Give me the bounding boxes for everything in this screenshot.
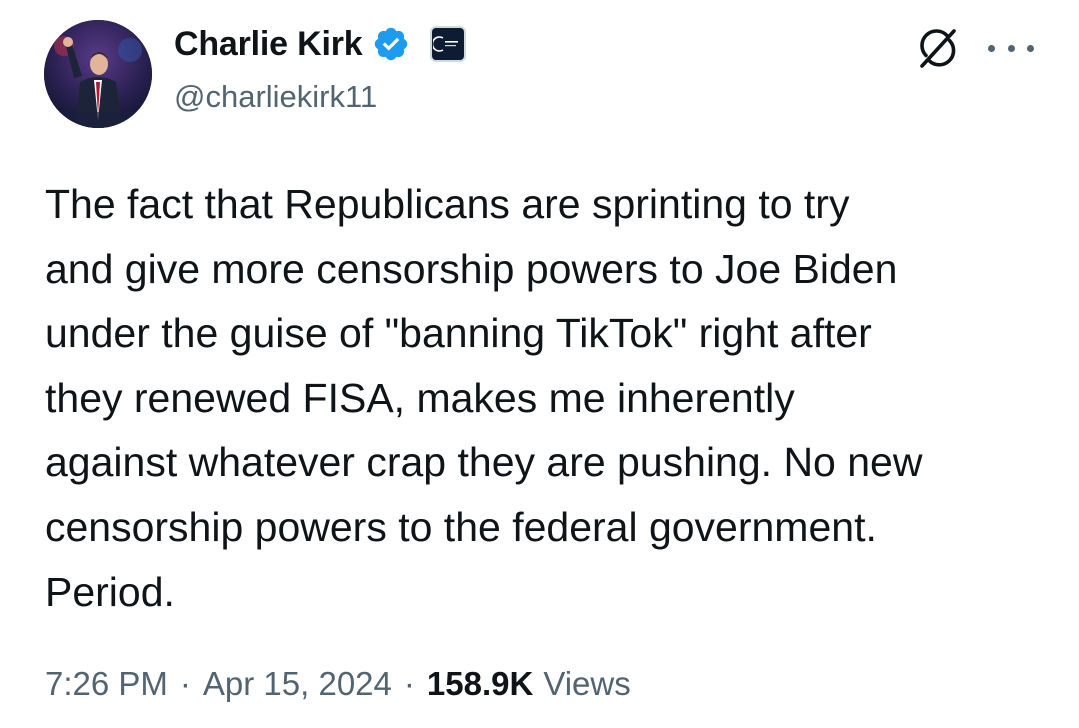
tweet-card: Charlie Kirk @charliekirk11 The fact tha… [0, 0, 1079, 728]
tweet-text-line: they renewed FISA, makes me inherently [45, 374, 795, 421]
tweet-text-line: under the guise of "banning TikTok" righ… [45, 310, 872, 357]
tweet-text: The fact that Republicans are sprinting … [45, 172, 1055, 624]
tweet-text-line: censorship powers to the federal governm… [45, 503, 877, 550]
tweet-text-line: Period. [45, 568, 175, 615]
organization-badge-icon[interactable] [430, 26, 467, 62]
grok-icon[interactable] [916, 26, 960, 70]
tweet-time[interactable]: 7:26 PM [45, 665, 168, 703]
avatar[interactable] [44, 20, 152, 128]
views-count[interactable]: 158.9K [427, 665, 533, 703]
avatar-photo [44, 20, 152, 128]
views-label[interactable]: Views [543, 665, 630, 703]
author-name-row: Charlie Kirk [174, 22, 467, 66]
tweet-text-line: and give more censorship powers to Joe B… [45, 245, 898, 292]
tweet-metadata: 7:26 PM · Apr 15, 2024 · 158.9K Views [45, 665, 631, 703]
author-handle[interactable]: @charliekirk11 [174, 79, 377, 115]
meta-separator: · [403, 665, 415, 702]
more-options-icon[interactable] [988, 30, 1034, 66]
tweet-date[interactable]: Apr 15, 2024 [203, 665, 392, 703]
author-display-name[interactable]: Charlie Kirk [174, 25, 363, 64]
verified-badge-icon[interactable] [372, 25, 410, 63]
meta-separator: · [179, 665, 191, 702]
tweet-text-line: against whatever crap they are pushing. … [45, 439, 923, 486]
tweet-text-line: The fact that Republicans are sprinting … [45, 181, 850, 227]
